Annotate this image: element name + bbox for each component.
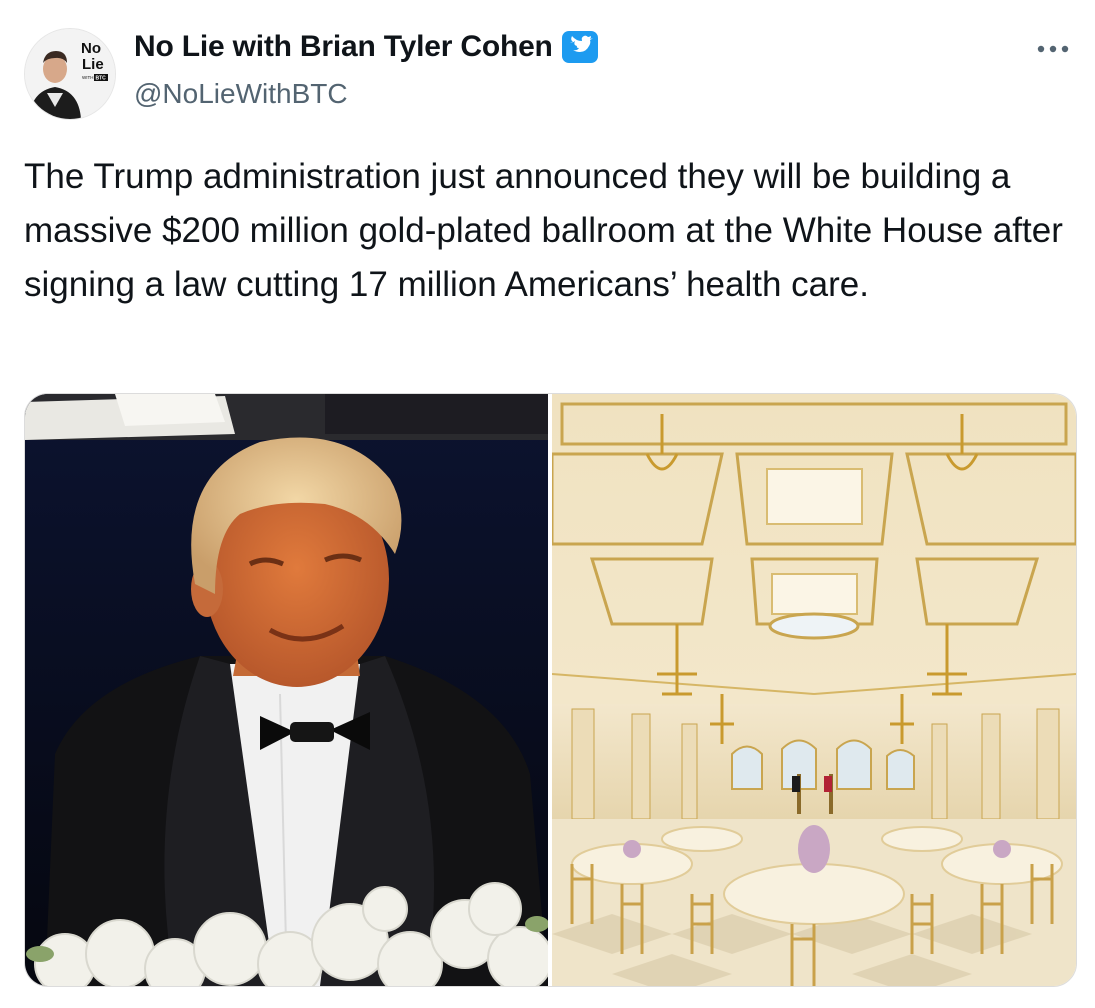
ballroom-rendering-photo-icon xyxy=(552,394,1076,986)
verified-badge-icon xyxy=(561,30,599,64)
media-grid xyxy=(24,393,1077,987)
media-image-portrait[interactable] xyxy=(25,394,548,986)
svg-text:WITH: WITH xyxy=(82,75,94,80)
portrait-photo-icon xyxy=(25,394,548,986)
svg-text:No: No xyxy=(81,40,101,57)
svg-text:BTC: BTC xyxy=(96,76,107,82)
more-options-button[interactable] xyxy=(1033,34,1073,64)
author-handle[interactable]: @NoLieWithBTC xyxy=(134,78,348,110)
avatar-image: No Lie WITH BTC xyxy=(25,29,115,119)
author-name-row: No Lie with Brian Tyler Cohen xyxy=(134,30,599,64)
svg-text:Lie: Lie xyxy=(82,56,104,73)
avatar[interactable]: No Lie WITH BTC xyxy=(24,28,116,120)
display-name[interactable]: No Lie with Brian Tyler Cohen xyxy=(134,30,553,64)
tweet-card[interactable]: No Lie WITH BTC No Lie with Brian Tyler … xyxy=(0,0,1095,1008)
more-horizontal-icon xyxy=(1037,45,1069,53)
media-image-ballroom[interactable] xyxy=(552,394,1076,986)
tweet-text: The Trump administration just announced … xyxy=(24,157,1063,304)
